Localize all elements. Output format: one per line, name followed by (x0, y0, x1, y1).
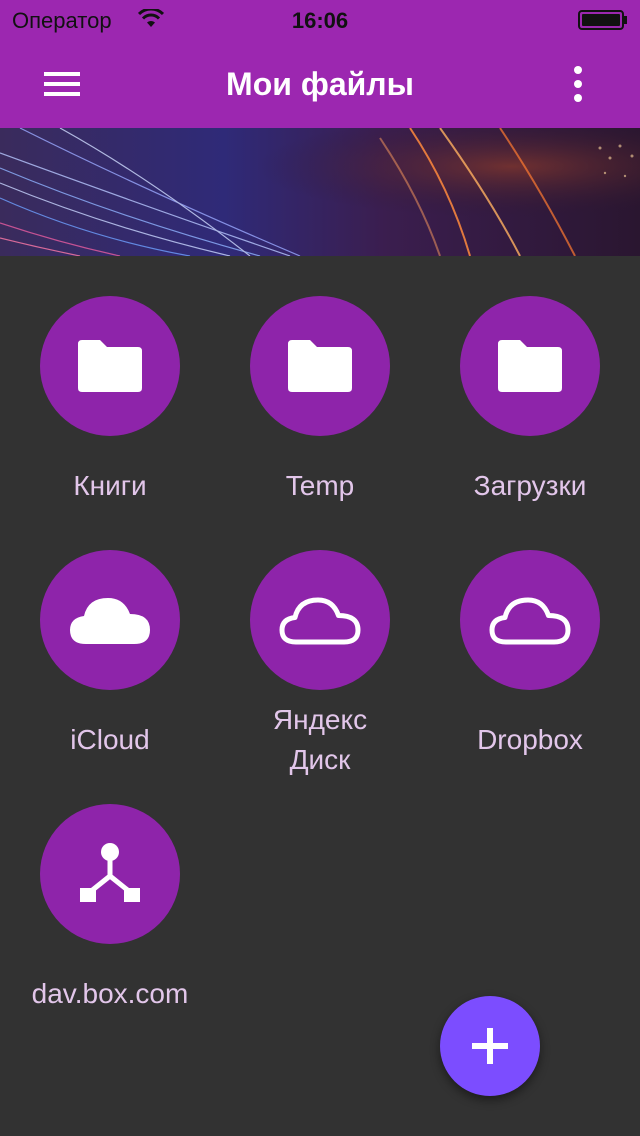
cloud-outline-icon (489, 597, 571, 645)
plus-icon (472, 1028, 508, 1064)
location-item-yandex-disk[interactable]: Яндекс Диск (215, 550, 425, 780)
folder-icon (498, 340, 562, 392)
battery-icon (578, 10, 627, 30)
location-circle[interactable] (40, 296, 180, 436)
location-label: dav.box.com (31, 978, 189, 1009)
location-circle[interactable] (250, 296, 390, 436)
header-banner (0, 128, 640, 256)
more-vert-icon[interactable] (560, 64, 596, 104)
location-item-webdav[interactable]: dav.box.com (5, 804, 215, 1014)
location-label: Яндекс Диск (215, 700, 425, 780)
location-circle[interactable] (40, 804, 180, 944)
location-label: iCloud (70, 724, 150, 755)
location-label: Dropbox (477, 724, 583, 755)
location-label: Temp (285, 470, 355, 501)
cloud-filled-icon (70, 598, 150, 644)
location-item-icloud[interactable]: iCloud (5, 550, 215, 760)
location-circle[interactable] (250, 550, 390, 690)
cloud-outline-icon (279, 597, 361, 645)
location-label: Книги (73, 470, 147, 501)
page-title: Мои файлы (226, 66, 414, 102)
location-label-line1: Яндекс (272, 704, 368, 735)
add-location-button[interactable] (440, 996, 540, 1096)
folder-icon (78, 340, 142, 392)
location-circle[interactable] (40, 550, 180, 690)
folder-icon (288, 340, 352, 392)
location-item-dropbox[interactable]: Dropbox (425, 550, 635, 760)
location-circle[interactable] (460, 296, 600, 436)
location-item-books[interactable]: Книги (5, 296, 215, 506)
location-label: Загрузки (473, 470, 587, 501)
location-item-downloads[interactable]: Загрузки (425, 296, 635, 506)
location-label-line2: Диск (289, 744, 351, 775)
location-circle[interactable] (460, 550, 600, 690)
app-bar: Мои файлы (0, 40, 640, 128)
location-item-temp[interactable]: Temp (215, 296, 425, 506)
banner-image (0, 128, 640, 256)
status-bar: Оператор 16:06 (0, 0, 640, 40)
network-icon (80, 843, 140, 902)
status-time: 16:06 (291, 8, 349, 33)
